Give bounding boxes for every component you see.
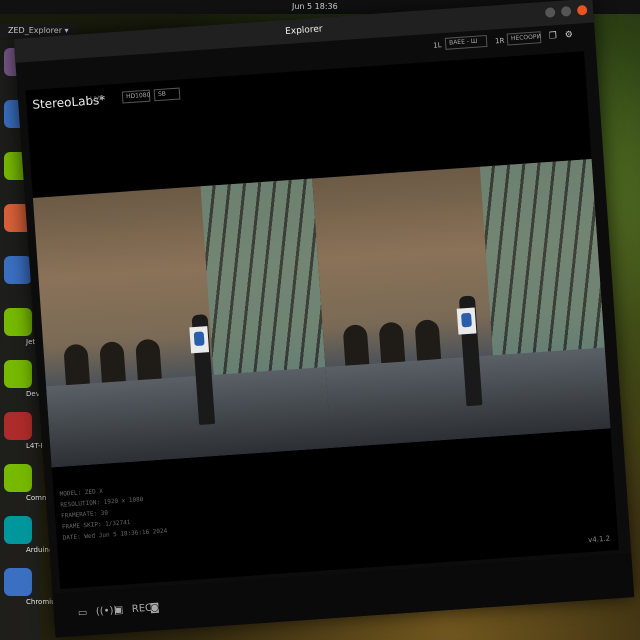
explorer-window: Explorer 1L ВАЕЕ - Ш 1R НЕСООРИ ❐ ⚙ Ster… (13, 0, 635, 638)
arch (99, 341, 126, 383)
arch (378, 321, 406, 364)
dock-app-icon[interactable] (4, 360, 32, 388)
window-glass (200, 178, 326, 381)
maximize-button[interactable] (560, 6, 572, 17)
dock-app-icon[interactable] (4, 308, 32, 336)
minimize-button[interactable] (544, 7, 556, 18)
left-camera-view (32, 178, 332, 468)
window-glass (479, 158, 606, 361)
dock-app-icon[interactable] (4, 516, 32, 544)
dock-app-icon[interactable] (4, 464, 32, 492)
dock-app-icon[interactable] (4, 412, 32, 440)
window-title: Explorer (284, 24, 323, 37)
version-label: v4.1.2 (587, 534, 611, 545)
desktop: Jun 5 18:36 ⌂ ♪ ⏻ ZED_Explorer ▾ ThJetso… (0, 0, 640, 640)
camera-info: MODEL: ZED X RESOLUTION: 1920 x 1080 FRAME… (59, 482, 167, 544)
stereo-video-feed[interactable] (32, 158, 611, 468)
left-select[interactable]: ВАЕЕ - Ш (444, 34, 488, 50)
gear-icon[interactable]: ⚙ (565, 30, 574, 41)
arch (342, 324, 370, 366)
arch (63, 343, 90, 386)
camera-icon[interactable]: ◙ (149, 602, 159, 614)
window-controls (544, 4, 588, 18)
arch (135, 338, 162, 381)
record-icon[interactable]: ▣ (114, 605, 124, 617)
dock-app-icon[interactable] (4, 256, 32, 284)
resolution-select[interactable]: HD1080 (121, 89, 151, 104)
left-label: 1L (432, 41, 442, 50)
right-label: 1R (494, 36, 505, 46)
live-label: LIVE (89, 94, 104, 103)
arch (414, 319, 442, 361)
held-sign (189, 326, 210, 354)
viewer-panel: StereoLabs* LIVE HD1080 SB MODEL: ZED X … (25, 51, 619, 590)
close-button[interactable] (576, 4, 588, 16)
copy-icon[interactable]: ❐ (549, 31, 558, 42)
folder-icon[interactable]: ▭ (78, 607, 88, 619)
held-sign (456, 307, 477, 335)
right-camera-view (312, 158, 611, 448)
dock-app-icon[interactable] (4, 568, 32, 596)
view-mode-select[interactable]: SB (153, 87, 181, 102)
clock[interactable]: Jun 5 18:36 (292, 2, 338, 11)
right-select[interactable]: НЕСООРИ (506, 31, 542, 46)
